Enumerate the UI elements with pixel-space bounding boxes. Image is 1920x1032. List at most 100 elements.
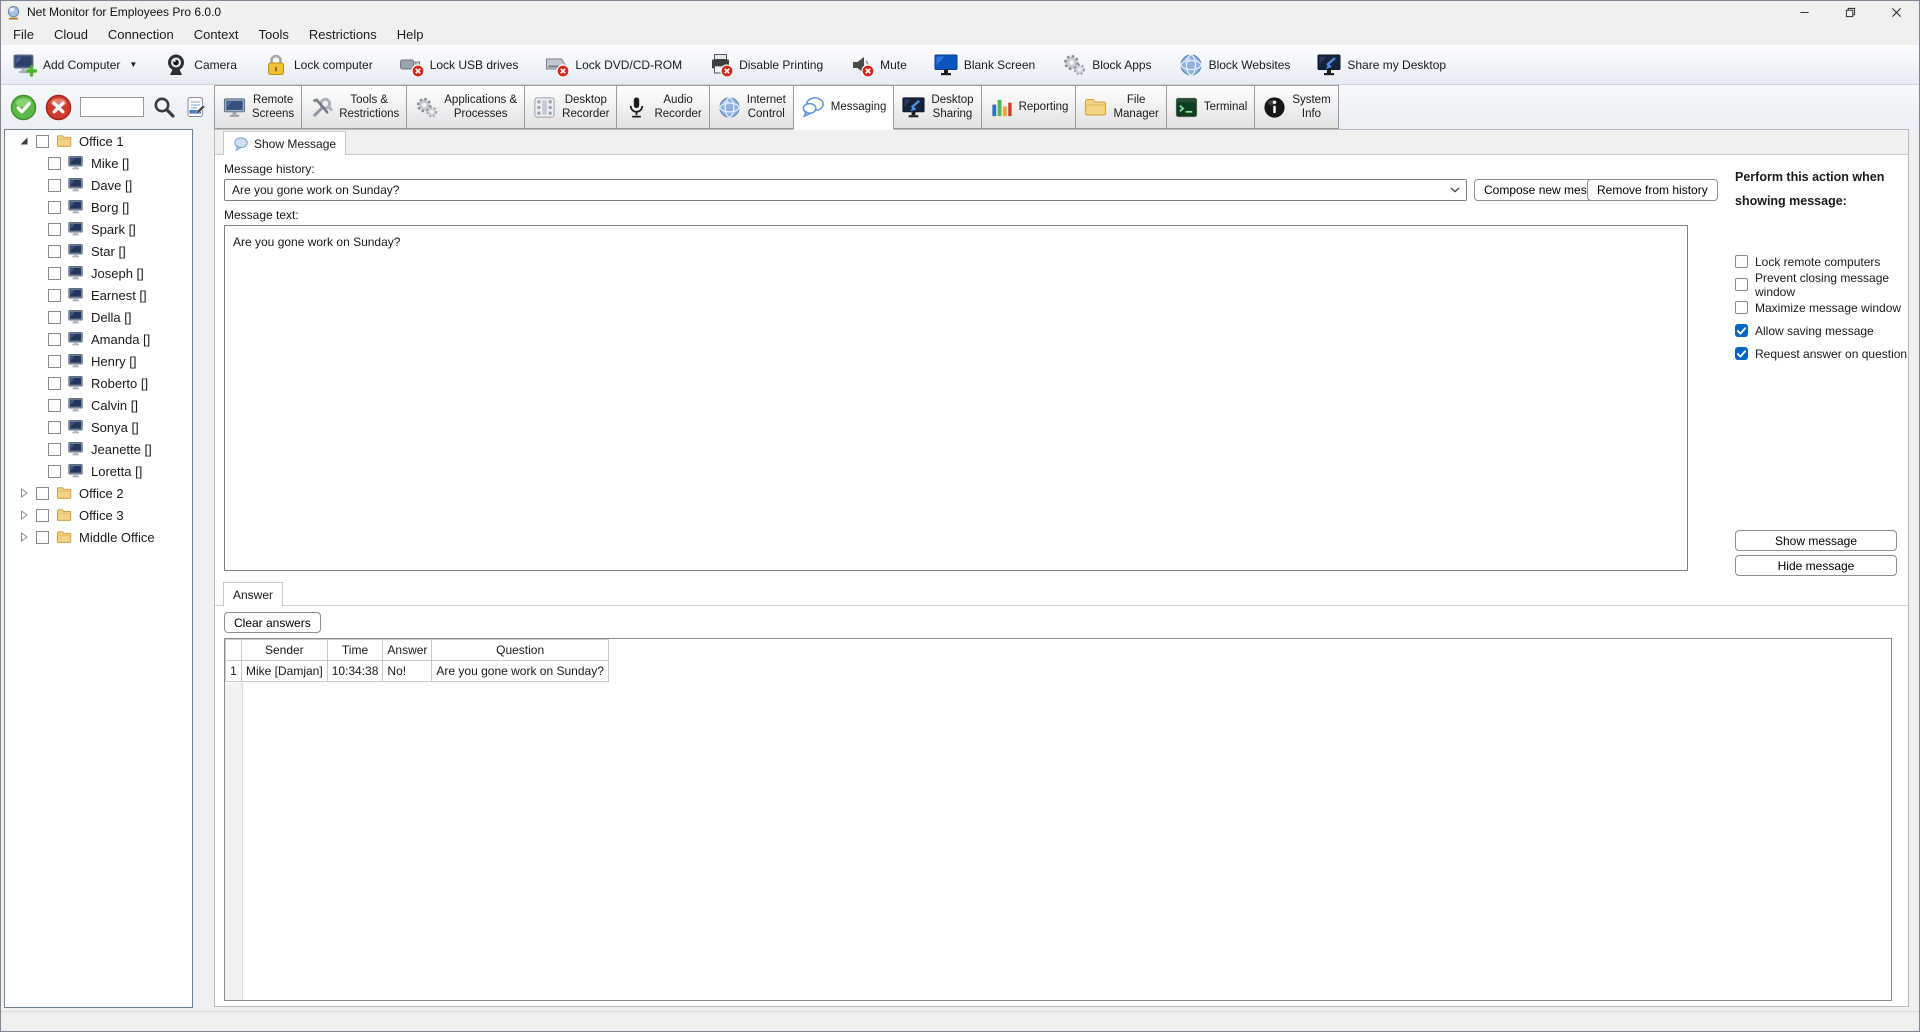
tree-checkbox[interactable]	[48, 399, 61, 412]
tree-group-office-2[interactable]: Office 2	[5, 482, 192, 504]
tree-checkbox[interactable]	[48, 421, 61, 434]
tree-checkbox[interactable]	[48, 157, 61, 170]
tree-item-borg[interactable]: Borg []	[5, 196, 192, 218]
notes-icon[interactable]	[184, 95, 208, 119]
tab-desktop-sharing[interactable]: Desktop Sharing	[893, 85, 981, 129]
tab-terminal[interactable]: Terminal	[1166, 85, 1255, 129]
hide-message-button[interactable]: Hide message	[1735, 555, 1897, 576]
menu-cloud[interactable]: Cloud	[44, 23, 98, 45]
checkbox-unchecked[interactable]	[1735, 301, 1748, 314]
tree-group-office-1[interactable]: Office 1	[5, 130, 192, 152]
tree-checkbox[interactable]	[48, 223, 61, 236]
menu-help[interactable]: Help	[387, 23, 434, 45]
option-prevent-closing-message-window[interactable]: Prevent closing message window	[1735, 273, 1915, 296]
toolbar-button-lock-usb-drives[interactable]: Lock USB drives	[396, 49, 527, 81]
minimize-button[interactable]	[1781, 1, 1827, 23]
menu-file[interactable]: File	[3, 23, 44, 45]
search-icon[interactable]	[152, 95, 176, 119]
toolbar-button-share-my-desktop[interactable]: Share my Desktop	[1313, 49, 1454, 81]
toolbar-button-lock-dvd-cd-rom[interactable]: Lock DVD/CD-ROM	[541, 49, 690, 81]
menu-restrictions[interactable]: Restrictions	[299, 23, 387, 45]
option-allow-saving-message[interactable]: Allow saving message	[1735, 319, 1915, 342]
dropdown-arrow-icon[interactable]: ▼	[129, 60, 137, 69]
close-button[interactable]	[1873, 1, 1919, 23]
tree-checkbox[interactable]	[48, 311, 61, 324]
tree-item-loretta[interactable]: Loretta []	[5, 460, 192, 482]
maximize-restore-button[interactable]	[1827, 1, 1873, 23]
tree-checkbox[interactable]	[48, 245, 61, 258]
tab-system-info[interactable]: System Info	[1254, 85, 1338, 129]
menu-context[interactable]: Context	[184, 23, 249, 45]
tree-checkbox[interactable]	[48, 465, 61, 478]
caret-collapsed-icon[interactable]	[19, 532, 29, 542]
checkbox-unchecked[interactable]	[1735, 255, 1748, 268]
table-row[interactable]: 1Mike [Damjan]10:34:38No!Are you gone wo…	[226, 661, 609, 682]
tree-item-earnest[interactable]: Earnest []	[5, 284, 192, 306]
toolbar-button-mute[interactable]: Mute	[846, 49, 915, 81]
toolbar-button-camera[interactable]: Camera	[160, 49, 245, 81]
tree-checkbox[interactable]	[48, 443, 61, 456]
tree-item-henry[interactable]: Henry []	[5, 350, 192, 372]
remove-from-history-button[interactable]: Remove from history	[1587, 179, 1718, 201]
tree-checkbox[interactable]	[36, 531, 49, 544]
message-history-combobox[interactable]: Are you gone work on Sunday?	[224, 179, 1467, 201]
tab-tools-restrictions[interactable]: Tools & Restrictions	[301, 85, 407, 129]
tab-desktop-recorder[interactable]: Desktop Recorder	[524, 85, 617, 129]
toolbar-button-lock-computer[interactable]: Lock computer	[260, 49, 381, 81]
tree-checkbox[interactable]	[48, 289, 61, 302]
tree-group-middle-office[interactable]: Middle Office	[5, 526, 192, 548]
tree-item-star[interactable]: Star []	[5, 240, 192, 262]
tree-item-jeanette[interactable]: Jeanette []	[5, 438, 192, 460]
tree-item-calvin[interactable]: Calvin []	[5, 394, 192, 416]
clear-answers-button[interactable]: Clear answers	[224, 612, 321, 633]
message-text-area[interactable]: Are you gone work on Sunday?	[224, 225, 1688, 571]
tab-reporting[interactable]: Reporting	[981, 85, 1077, 129]
tree-checkbox[interactable]	[48, 333, 61, 346]
caret-collapsed-icon[interactable]	[19, 510, 29, 520]
tree-group-office-3[interactable]: Office 3	[5, 504, 192, 526]
menu-connection[interactable]: Connection	[98, 23, 184, 45]
tree-item-spark[interactable]: Spark []	[5, 218, 192, 240]
tree-checkbox[interactable]	[36, 509, 49, 522]
show-message-button[interactable]: Show message	[1735, 530, 1897, 551]
tree-item-mike[interactable]: Mike []	[5, 152, 192, 174]
menu-tools[interactable]: Tools	[249, 23, 299, 45]
tree-item-della[interactable]: Della []	[5, 306, 192, 328]
toolbar-button-block-websites[interactable]: Block Websites	[1175, 49, 1299, 81]
tab-remote-screens[interactable]: Remote Screens	[214, 85, 302, 129]
checkbox-checked[interactable]	[1735, 324, 1748, 337]
connect-ok-button[interactable]	[10, 94, 37, 121]
checkbox-unchecked[interactable]	[1735, 278, 1748, 291]
tree-item-dave[interactable]: Dave []	[5, 174, 192, 196]
tree-item-joseph[interactable]: Joseph []	[5, 262, 192, 284]
toolbar-button-blank-screen[interactable]: Blank Screen	[930, 49, 1043, 81]
tab-show-message[interactable]: Show Message	[223, 131, 346, 155]
tree-item-sonya[interactable]: Sonya []	[5, 416, 192, 438]
tab-file-manager[interactable]: File Manager	[1075, 85, 1166, 129]
disconnect-button[interactable]	[45, 94, 72, 121]
option-maximize-message-window[interactable]: Maximize message window	[1735, 296, 1915, 319]
tab-audio-recorder[interactable]: Audio Recorder	[616, 85, 709, 129]
tree-checkbox[interactable]	[36, 487, 49, 500]
caret-expanded-icon[interactable]	[19, 136, 29, 146]
checkbox-checked[interactable]	[1735, 347, 1748, 360]
tree-checkbox[interactable]	[48, 201, 61, 214]
tab-applications-processes[interactable]: Applications & Processes	[406, 85, 525, 129]
combobox-arrow[interactable]	[1444, 180, 1466, 200]
tree-checkbox[interactable]	[48, 267, 61, 280]
tree-checkbox[interactable]	[48, 355, 61, 368]
tab-messaging[interactable]: Messaging	[793, 85, 895, 130]
tree-checkbox[interactable]	[36, 135, 49, 148]
tree-item-amanda[interactable]: Amanda []	[5, 328, 192, 350]
option-request-answer-on-question[interactable]: Request answer on question	[1735, 342, 1915, 365]
toolbar-button-add-computer[interactable]: Add Computer▼	[9, 49, 145, 81]
tab-internet-control[interactable]: Internet Control	[709, 85, 794, 129]
toolbar-button-disable-printing[interactable]: Disable Printing	[705, 49, 831, 81]
tree-checkbox[interactable]	[48, 377, 61, 390]
tree-item-roberto[interactable]: Roberto []	[5, 372, 192, 394]
tree-checkbox[interactable]	[48, 179, 61, 192]
search-input[interactable]	[80, 97, 144, 117]
toolbar-button-block-apps[interactable]: Block Apps	[1058, 49, 1159, 81]
caret-collapsed-icon[interactable]	[19, 488, 29, 498]
tab-answer[interactable]: Answer	[223, 582, 283, 606]
